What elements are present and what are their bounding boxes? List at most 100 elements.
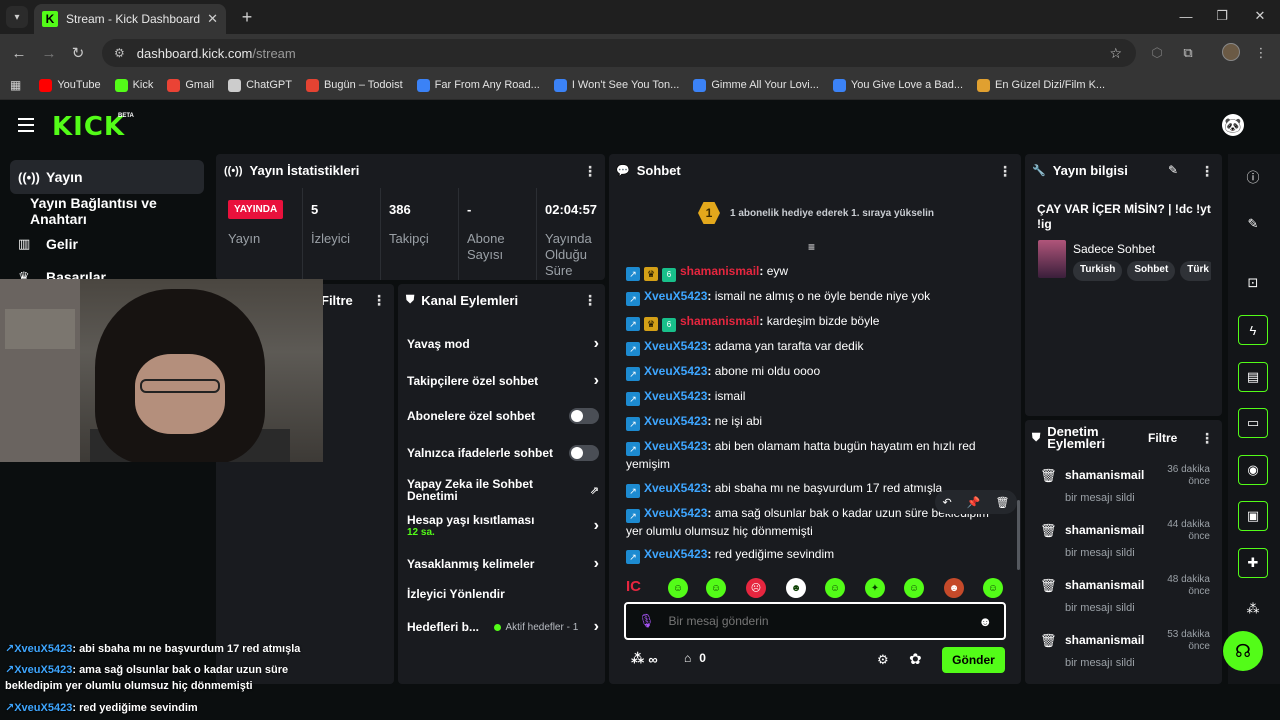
bookmark-item[interactable]: Kick [114,78,153,92]
emote-ic-icon[interactable]: IC [626,578,641,595]
chat-message[interactable]: ↗ XveuX5423: adama yan tarafta var dedik [626,338,1006,356]
chat-input[interactable] [668,614,979,628]
emote-icon[interactable]: ☺ [983,578,1003,598]
minimize-icon[interactable]: — [1176,6,1196,26]
chat-rail-icon[interactable]: ▭ [1238,408,1268,438]
emoji-picker-icon[interactable]: ☻ [978,614,992,629]
tag-pill[interactable]: Türk [1180,261,1211,281]
bookmark-star-icon[interactable]: ☆ [1109,45,1122,62]
edit-icon[interactable]: ✎ [1238,209,1268,239]
sidebar-item-revenue[interactable]: ▥ Gelir [10,227,204,261]
chat-username[interactable]: XveuX5423 [644,506,707,520]
channel-points[interactable]: ⁂ ∞ [631,651,658,667]
address-bar[interactable]: ⚙ dashboard.kick.com/stream ☆ [102,39,1136,67]
puzzle-icon[interactable]: ✿ [909,650,922,668]
emote-icon[interactable]: ☻ [786,578,806,598]
points-rail-icon[interactable]: ⁂ [1238,594,1268,624]
chat-message[interactable]: ↗ ♛ 6 shamanismail: eyw [626,263,1006,282]
chat-more-icon[interactable]: ⋮ [998,163,1012,180]
chat-username[interactable]: XveuX5423 [644,547,707,561]
profile-avatar[interactable] [1222,43,1240,61]
moderation-entry[interactable]: 🗑 shamanismail bir mesajı sildi 36 dakika ö… [1036,464,1212,514]
subscribers-only-toggle[interactable] [569,408,599,424]
chat-message[interactable]: ↗ XveuX5423: red yediğime sevindim [626,546,1006,564]
emote-icon[interactable]: ✦ [865,578,885,598]
reload-icon[interactable]: ↻ [67,42,89,64]
chat-username[interactable]: XveuX5423 [644,364,707,378]
emote-icon[interactable]: ☺ [668,578,688,598]
video-icon[interactable]: ▣ [1238,501,1268,531]
chat-username[interactable]: XveuX5423 [644,439,707,453]
extension-icon[interactable]: ⬡ [1146,42,1168,64]
browser-menu-icon[interactable]: ⋮ [1250,42,1272,64]
chat-username[interactable]: XveuX5423 [644,414,707,428]
sidebar-item-stream[interactable]: ((•)) Yayın [10,160,204,194]
emote-icon[interactable]: ☺ [825,578,845,598]
emote-icon[interactable]: ☹ [746,578,766,598]
bookmark-item[interactable]: En Güzel Dizi/Film K... [977,78,1105,92]
category-name[interactable]: Sadece Sohbet [1073,242,1155,256]
store-button[interactable]: ⌂ 0 [684,651,706,665]
chat-username[interactable]: shamanismail [680,264,759,278]
chat-username[interactable]: XveuX5423 [644,289,707,303]
stats-more-icon[interactable]: ⋮ [583,163,597,180]
moderation-entry[interactable]: 🗑 shamanismail bir mesajı sildi 44 dakika ö… [1036,519,1212,569]
send-button[interactable]: Gönder [942,647,1005,673]
menu-hamburger-icon[interactable] [18,118,34,132]
notes-icon[interactable]: ▤ [1238,362,1268,392]
channel-actions-more-icon[interactable]: ⋮ [583,292,597,309]
moderation-filter[interactable]: Filtre [1148,431,1177,445]
moderation-entry[interactable]: 🗑 shamanismail bir mesajı sildi 53 dakika ö… [1036,629,1212,679]
emotes-only-toggle[interactable] [569,445,599,461]
forward-icon[interactable]: → [38,42,60,64]
chat-message[interactable]: ↗ XveuX5423: abone mi oldu oooo [626,363,1006,381]
category-thumbnail[interactable] [1038,240,1066,278]
emote-icon[interactable]: ☻ [944,578,964,598]
moderation-user[interactable]: shamanismail [1065,578,1144,592]
action-subscribers-only[interactable]: Abonelere özel sohbet [407,408,599,424]
broadcast-rail-icon[interactable]: ◉ [1238,455,1268,485]
maximize-icon[interactable]: ❐ [1212,6,1232,26]
moderation-entry[interactable]: 🗑 shamanismail bir mesajı sildi 48 dakika ö… [1036,574,1212,624]
tab-search-icon[interactable]: ▾ [6,6,28,28]
screenshot-icon[interactable]: ⊡ [1238,268,1268,298]
microphone-icon[interactable]: 🎙 [638,613,655,629]
action-ai-moderation[interactable]: Yapay Zeka ile Sohbet Denetimi ⇗ [407,478,599,502]
emote-icon[interactable]: ☺ [904,578,924,598]
action-account-age[interactable]: Hesap yaşı kısıtlaması 12 sa. › [407,513,599,538]
action-emotes-only[interactable]: Yalnızca ifadelerle sohbet [407,445,599,461]
tag-pill[interactable]: Turkish [1073,261,1123,281]
moderation-user[interactable]: shamanismail [1065,633,1144,647]
chat-scrollbar[interactable] [1017,500,1020,570]
user-avatar[interactable]: 🐼 [1222,114,1244,136]
chat-message[interactable]: ↗ XveuX5423: ismail ne almış o ne öyle be… [626,288,1006,306]
filter-more-icon[interactable]: ⋮ [372,292,386,309]
chat-username[interactable]: XveuX5423 [644,389,707,403]
bookmark-item[interactable]: ChatGPT [228,78,292,92]
chat-settings-icon[interactable]: ⚙ [877,652,889,668]
sidebar-item-stream-key[interactable]: Yayın Bağlantısı ve Anahtarı [10,194,204,228]
action-followers-only[interactable]: Takipçilere özel sohbet › [407,372,599,390]
tag-pill[interactable]: Sohbet [1127,261,1176,281]
bookmark-item[interactable]: Gimme All Your Lovi... [693,78,819,92]
new-tab-icon[interactable]: + [236,6,258,28]
chat-message[interactable]: ↗ ♛ 6 shamanismail: kardeşim bizde böyle [626,313,1006,332]
chat-message[interactable]: ↗ XveuX5423: ismail [626,388,1006,406]
bookmark-item[interactable]: You Give Love a Bad... [832,78,963,92]
collapse-pinned-icon[interactable]: ≡ [808,240,815,254]
site-info-icon[interactable]: ⚙ [114,46,125,60]
lightning-icon[interactable]: ϟ [1238,315,1268,345]
support-headset-icon[interactable]: ☊ [1223,631,1263,671]
action-raid[interactable]: İzleyici Yönlendir [407,587,599,601]
reply-icon[interactable]: ↶ [943,496,952,509]
edit-pencil-icon[interactable]: ✎ [1168,163,1178,177]
moderation-more-icon[interactable]: ⋮ [1200,430,1214,447]
chat-message[interactable]: ↗ XveuX5423: ne işi abi [626,413,1006,431]
chat-input-box[interactable]: 🎙 ☻ [624,602,1006,640]
chat-username[interactable]: XveuX5423 [644,339,707,353]
delete-icon[interactable]: 🗑 [996,496,1010,509]
stream-info-more-icon[interactable]: ⋮ [1200,163,1214,180]
moderation-user[interactable]: shamanismail [1065,468,1144,482]
extensions-puzzle-icon[interactable]: ⧉ [1177,42,1199,64]
bookmark-item[interactable]: I Won't See You Ton... [553,78,679,92]
